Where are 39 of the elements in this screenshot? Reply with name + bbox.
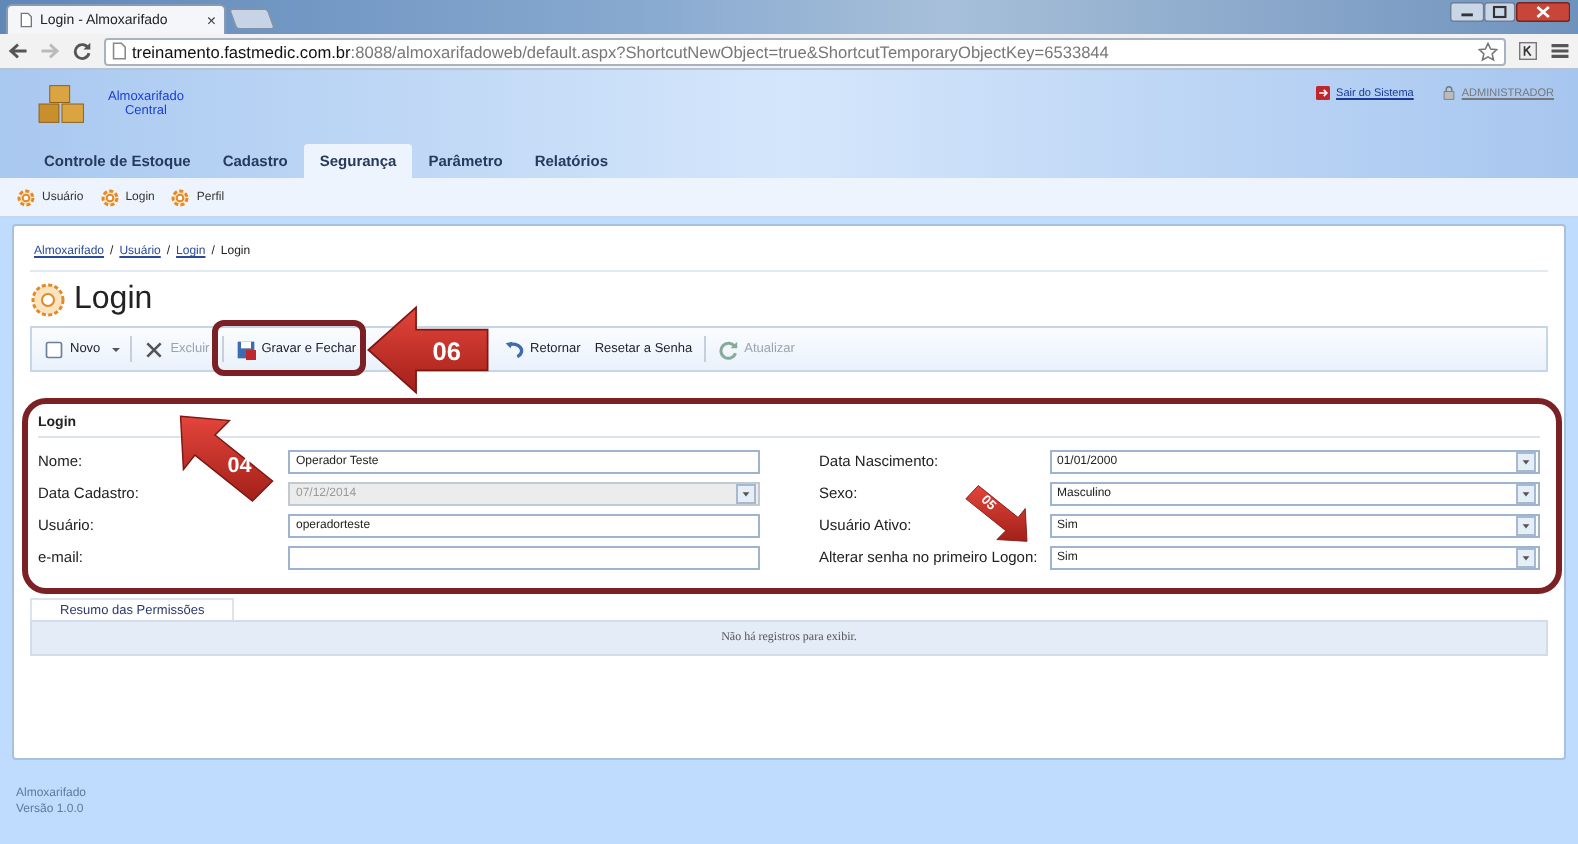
page-icon — [20, 12, 32, 28]
new-tab-button[interactable] — [228, 8, 276, 30]
page-icon — [112, 42, 126, 60]
refresh-icon — [718, 339, 739, 359]
dropdown-arrow-icon — [1520, 519, 1532, 531]
minimize-icon — [1450, 2, 1485, 22]
dropdown-arrow-icon — [1520, 455, 1532, 467]
lock-icon — [1441, 86, 1456, 100]
page-icon — [44, 339, 64, 359]
extension-icon — [1518, 42, 1538, 60]
maximize-icon — [1484, 2, 1516, 22]
dropdown-arrow-icon — [1520, 551, 1532, 563]
dropdown-arrow-icon — [739, 487, 751, 499]
callout-arrow — [367, 305, 489, 395]
input-field[interactable] — [288, 545, 759, 569]
boxes-icon — [36, 82, 88, 126]
gear-icon — [99, 187, 120, 207]
gear-icon — [16, 187, 36, 207]
floppy-icon — [235, 339, 256, 359]
x-icon — [144, 339, 165, 359]
address-field[interactable]: treinamento.fastmedic.com.br:8088/almoxarifadoweb/default.aspx?ShortcutNewObject=true&ShortcutTemporaryObjectKey=6533844 — [104, 37, 1506, 65]
menu-icon — [1550, 42, 1570, 60]
exit-icon — [1316, 86, 1331, 100]
back-icon — [8, 42, 28, 60]
reload-icon — [72, 42, 92, 60]
gear-icon — [170, 187, 191, 207]
close-icon — [1515, 2, 1570, 22]
gear-icon — [30, 282, 66, 318]
return-arrow-icon — [504, 339, 525, 359]
forward-icon — [40, 42, 60, 60]
step-number: 06 — [432, 336, 461, 367]
step-number: 04 — [227, 454, 252, 479]
dropdown-arrow-icon — [1520, 487, 1532, 499]
url-text: treinamento.fastmedic.com.br:8088/almoxarifadoweb/default.aspx?ShortcutNewObject=true&ShortcutTemporaryObjectKey=6533844 — [132, 41, 1109, 61]
close-tab-button[interactable]: × — [206, 11, 216, 29]
page-title: Login — [74, 282, 153, 318]
star-icon — [1478, 41, 1498, 61]
callout-arrow — [965, 485, 1028, 542]
callout-arrow — [179, 415, 274, 503]
